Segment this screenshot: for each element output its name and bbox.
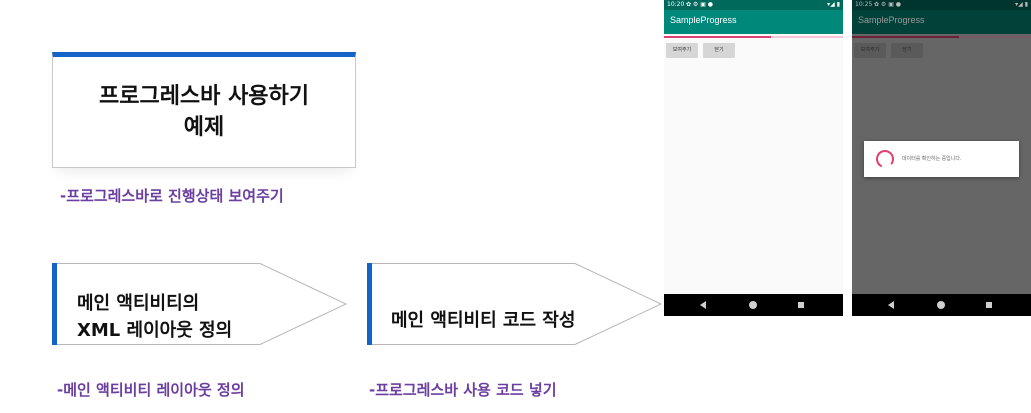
app-title: SampleProgress xyxy=(670,15,737,25)
show-button[interactable]: 보여주기 xyxy=(854,43,886,58)
app-bar: SampleProgress xyxy=(664,10,843,34)
dialog-message: 데이터를 확인하는 중입니다. xyxy=(902,156,962,162)
step-label-2: 메인 액티비티 코드 작성 xyxy=(391,310,576,331)
slide-title: 프로그레스바 사용하기 예제 xyxy=(98,84,310,140)
status-time: 10:25 xyxy=(855,1,873,8)
phone-screen-before: 10:20 ✿ ⚙ ▣ ● ▾◢ ▮ SampleProgress 보여주기 닫… xyxy=(664,0,843,316)
app-title: SampleProgress xyxy=(858,15,925,25)
slide-subtitle: -프로그레스바로 진행상태 보여주기 xyxy=(60,187,284,205)
step-caption-2: -프로그레스바 사용 코드 넣기 xyxy=(369,381,557,399)
progress-bar xyxy=(664,36,843,38)
close-button[interactable]: 닫기 xyxy=(703,43,735,58)
title-card: 프로그레스바 사용하기 예제 xyxy=(52,52,356,168)
home-icon[interactable] xyxy=(749,301,757,309)
show-button[interactable]: 보여주기 xyxy=(666,43,698,58)
content-area: 보여주기 닫기 데이터를 확인하는 중입니다. xyxy=(852,34,1031,294)
status-bar: 10:25 ✿ ⚙ ▣ ● ▾◢ ▮ xyxy=(852,0,1031,10)
content-area: 보여주기 닫기 xyxy=(664,34,843,294)
app-bar: SampleProgress xyxy=(852,10,1031,34)
progress-dialog: 데이터를 확인하는 중입니다. xyxy=(864,141,1019,177)
close-button[interactable]: 닫기 xyxy=(891,43,923,58)
notification-icons: ✿ ⚙ ▣ ● xyxy=(874,1,902,8)
phone-screen-after: 10:25 ✿ ⚙ ▣ ● ▾◢ ▮ SampleProgress 보여주기 닫… xyxy=(852,0,1031,316)
step-label-1: 메인 액티비티의 XML 레이아웃 정의 xyxy=(77,293,233,341)
spinner-icon xyxy=(876,150,894,168)
progress-fill xyxy=(852,36,960,38)
progress-fill xyxy=(664,36,772,38)
back-icon[interactable] xyxy=(700,301,706,309)
status-time: 10:20 xyxy=(667,1,685,8)
signal-battery-icon: ▾◢ ▮ xyxy=(1015,1,1028,8)
nav-bar xyxy=(852,294,1031,316)
step-arrow-2: 메인 액티비티 코드 작성 xyxy=(367,263,663,345)
status-bar: 10:20 ✿ ⚙ ▣ ● ▾◢ ▮ xyxy=(664,0,843,10)
home-icon[interactable] xyxy=(937,301,945,309)
nav-bar xyxy=(664,294,843,316)
progress-bar xyxy=(852,36,1031,38)
back-icon[interactable] xyxy=(888,301,894,309)
recent-apps-icon[interactable] xyxy=(798,302,804,308)
signal-battery-icon: ▾◢ ▮ xyxy=(827,1,840,8)
step-caption-1: -메인 액티비티 레이아웃 정의 xyxy=(57,381,245,399)
notification-icons: ✿ ⚙ ▣ ● xyxy=(686,1,714,8)
recent-apps-icon[interactable] xyxy=(986,302,992,308)
step-arrow-1: 메인 액티비티의 XML 레이아웃 정의 xyxy=(52,263,348,345)
